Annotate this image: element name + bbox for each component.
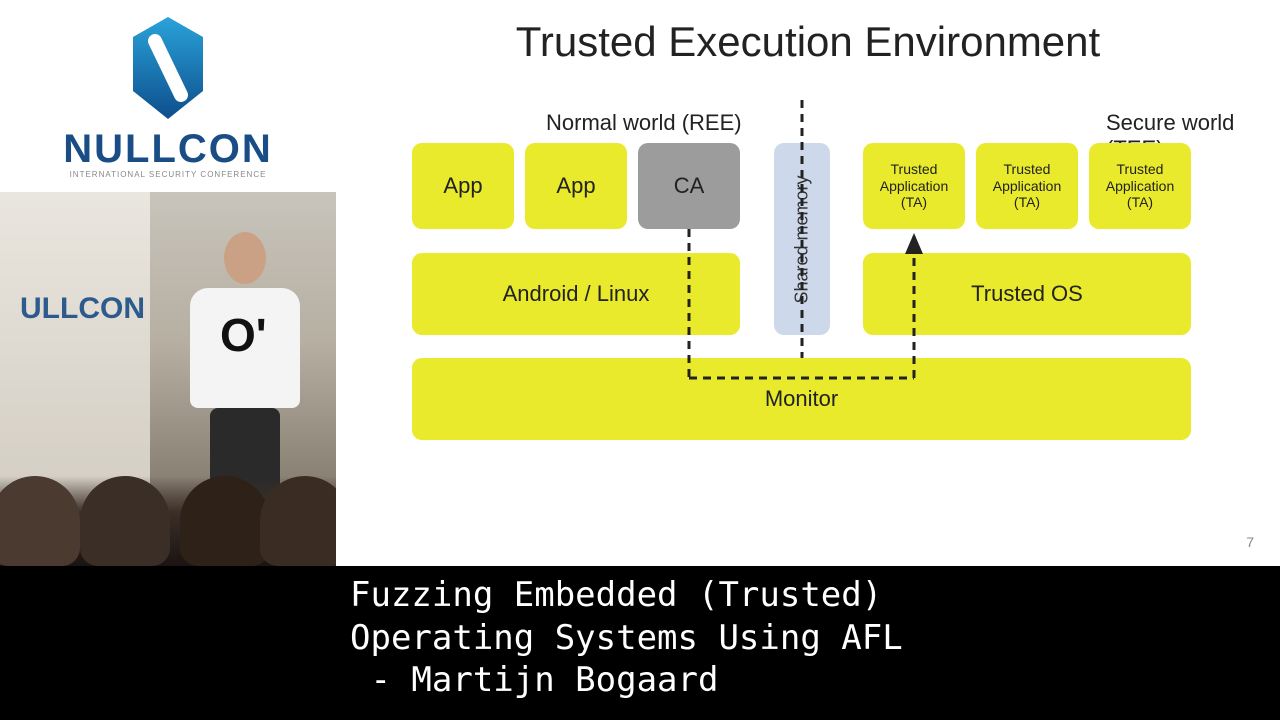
caption-line1: Fuzzing Embedded (Trusted) <box>350 575 882 615</box>
ta3-line3: (TA) <box>1106 194 1175 211</box>
ta1-line2: Application <box>880 178 949 195</box>
box-ca: CA <box>638 143 740 229</box>
slide-title: Trusted Execution Environment <box>336 18 1280 66</box>
talk-caption: Fuzzing Embedded (Trusted) Operating Sys… <box>336 566 1280 720</box>
ta1-line3: (TA) <box>880 194 949 211</box>
shared-memory-label: Shared memory <box>792 175 813 303</box>
video-frame: NULLCON INTERNATIONAL SECURITY CONFERENC… <box>0 0 1280 720</box>
box-os-left: Android / Linux <box>412 253 740 335</box>
box-app2: App <box>525 143 627 229</box>
nullcon-logo-icon <box>123 13 213 123</box>
box-shared-memory: Shared memory <box>774 143 830 335</box>
slide-page-number: 7 <box>1246 534 1254 550</box>
badge-subtitle: INTERNATIONAL SECURITY CONFERENCE <box>70 170 267 179</box>
box-app1: App <box>412 143 514 229</box>
caption-line3: - Martijn Bogaard <box>350 660 718 700</box>
conference-badge: NULLCON INTERNATIONAL SECURITY CONFERENC… <box>0 0 336 192</box>
ta2-line1: Trusted <box>993 161 1062 178</box>
ta3-line2: Application <box>1106 178 1175 195</box>
ta1-line1: Trusted <box>880 161 949 178</box>
ta2-line3: (TA) <box>993 194 1062 211</box>
camera-feed: ULLCON <box>0 192 336 566</box>
section-label-ree: Normal world (REE) <box>546 110 742 136</box>
audience-shadow <box>0 476 336 566</box>
box-ta1: Trusted Application (TA) <box>863 143 965 229</box>
ta2-line2: Application <box>993 178 1062 195</box>
presentation-slide: Trusted Execution Environment Normal wor… <box>336 0 1280 566</box>
box-ta3: Trusted Application (TA) <box>1089 143 1191 229</box>
caption-line2: Operating Systems Using AFL <box>350 618 903 658</box>
box-os-right: Trusted OS <box>863 253 1191 335</box>
box-ta2: Trusted Application (TA) <box>976 143 1078 229</box>
presenter-silhouette <box>190 232 300 512</box>
ta3-line1: Trusted <box>1106 161 1175 178</box>
stage-banner-logo: ULLCON <box>20 292 145 326</box>
badge-wordmark: NULLCON <box>63 127 273 172</box>
box-monitor: Monitor <box>412 358 1191 440</box>
